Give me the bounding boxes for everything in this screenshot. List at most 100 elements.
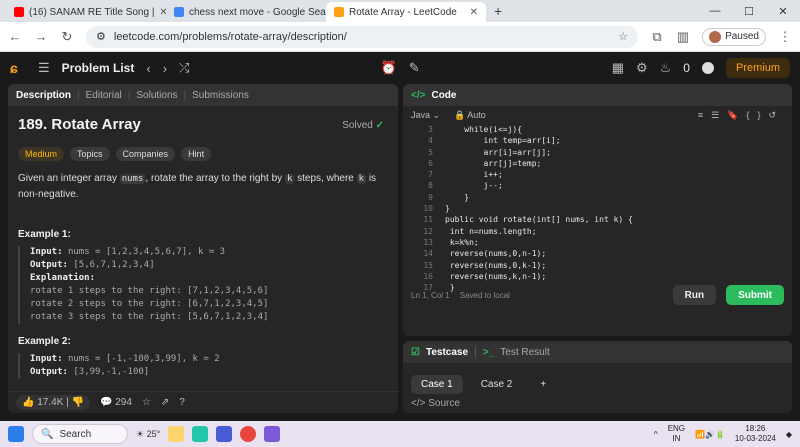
reload-icon[interactable]: ↻ xyxy=(60,29,74,45)
line-number: 4 xyxy=(428,136,433,146)
tab-editorial[interactable]: Editorial xyxy=(86,90,122,101)
file-explorer-icon[interactable] xyxy=(168,426,185,442)
browser-tab-google[interactable]: chess next move - Google Sea✕ xyxy=(166,2,326,22)
favorite-star-icon[interactable]: ☆ xyxy=(142,397,151,408)
autocomplete-mode[interactable]: 🔒 Auto xyxy=(454,110,486,121)
notes-icon[interactable]: ✎ xyxy=(409,60,420,76)
problem-title[interactable]: 189. Rotate Array xyxy=(18,116,388,133)
system-tray: ^ ENG IN 📶🔊🔋 18:26 10-03-2024 ◆ xyxy=(654,424,792,444)
new-tab-button[interactable]: + xyxy=(486,2,510,22)
code-editor[interactable]: 3 while(i<=j){4 int temp=arr[i]; 5 arr[i]… xyxy=(403,124,792,293)
chrome-icon[interactable] xyxy=(240,426,257,442)
language-select[interactable]: Java ⌄ xyxy=(411,110,440,121)
profile-button[interactable]: Paused xyxy=(702,27,766,46)
tab-submissions[interactable]: Submissions xyxy=(192,90,249,101)
premium-button[interactable]: Premium xyxy=(725,58,790,78)
submit-button[interactable]: Submit xyxy=(726,285,784,305)
close-icon[interactable]: ✕ xyxy=(159,7,166,18)
code-line[interactable]: 7 i++; xyxy=(411,169,792,180)
taskbar-search[interactable]: 🔍 Search xyxy=(32,424,128,444)
tray-chevron-icon[interactable]: ^ xyxy=(654,430,658,439)
cursor-position: Ln 1, Col 1 xyxy=(411,290,450,300)
app-icon[interactable] xyxy=(192,426,209,442)
close-window-button[interactable]: ✕ xyxy=(766,0,800,22)
code-line[interactable]: 8 j--; xyxy=(411,180,792,191)
editor-toolbar: Java ⌄ 🔒 Auto ≡☰🔖{}↺ xyxy=(403,106,792,124)
timer-icon[interactable]: ⏰ xyxy=(381,60,397,76)
windows-start-icon[interactable] xyxy=(8,426,24,442)
browser-tab-youtube[interactable]: (16) SANAM RE Title Song | ✕ xyxy=(6,2,166,22)
editor-actions-icons[interactable]: ≡☰🔖{}↺ xyxy=(698,110,784,121)
close-icon[interactable]: ✕ xyxy=(470,7,478,18)
like-button[interactable]: 👍 17.4K | 👎 xyxy=(16,395,90,410)
streak-count: 0 xyxy=(683,61,690,75)
case-1-tab[interactable]: Case 1 xyxy=(411,375,463,394)
code-line[interactable]: 4 int temp=arr[i]; xyxy=(411,135,792,146)
address-bar-row: ← → ↻ ⚙ leetcode.com/problems/rotate-arr… xyxy=(0,22,800,52)
code-line[interactable]: 6 arr[j]=temp; xyxy=(411,158,792,169)
example-1-heading: Example 1: xyxy=(18,229,71,240)
next-problem-icon[interactable]: › xyxy=(163,61,167,76)
language-indicator[interactable]: ENG IN xyxy=(668,424,685,444)
url-field[interactable]: ⚙ leetcode.com/problems/rotate-array/des… xyxy=(86,25,639,48)
code-line[interactable]: 10} xyxy=(411,203,792,214)
avatar xyxy=(709,30,722,43)
menu-kebab-icon[interactable]: ⋮ xyxy=(778,29,792,45)
tab-test-result[interactable]: Test Result xyxy=(500,347,549,358)
code-line[interactable]: 13 k=k%n; xyxy=(411,237,792,248)
topics-chip[interactable]: Topics xyxy=(70,147,110,161)
description-footer: 👍 17.4K | 👎 💬 294 ☆ ⇗ ? xyxy=(8,391,398,413)
comments-button[interactable]: 💬 294 xyxy=(100,397,132,408)
forward-icon[interactable]: → xyxy=(34,29,48,44)
shuffle-icon[interactable]: ⤮ xyxy=(179,60,189,76)
code-line[interactable]: 5 arr[i]=arr[j]; xyxy=(411,147,792,158)
case-2-tab[interactable]: Case 2 xyxy=(471,375,523,394)
browser-tab-leetcode[interactable]: Rotate Array - LeetCode ✕ xyxy=(326,2,486,22)
run-button[interactable]: Run xyxy=(672,285,717,305)
copilot-icon[interactable]: ◆ xyxy=(786,430,792,439)
sidepanel-icon[interactable]: ▥ xyxy=(676,29,690,45)
code-text: while(i<=j){ xyxy=(445,125,523,134)
code-text: j--; xyxy=(445,181,503,191)
code-line[interactable]: 12 int n=nums.length; xyxy=(411,226,792,237)
testcase-panel: ☑ Testcase | >_ Test Result Case 1 Case 2 +… xyxy=(403,341,792,413)
user-avatar[interactable] xyxy=(701,62,714,74)
line-number: 12 xyxy=(423,226,433,236)
share-icon[interactable]: ⇗ xyxy=(161,397,169,408)
hint-chip[interactable]: Hint xyxy=(181,147,212,161)
code-line[interactable]: 11 public void rotate(int[] nums, int k) … xyxy=(411,214,792,225)
code-line[interactable]: 14 reverse(nums,0,n-1); xyxy=(411,248,792,259)
minimize-button[interactable]: — xyxy=(698,0,732,22)
difficulty-badge: Medium xyxy=(18,147,65,161)
problem-list-link[interactable]: Problem List xyxy=(62,61,135,75)
code-line[interactable]: 16 reverse(nums,k,n-1); xyxy=(411,271,792,282)
companies-chip[interactable]: Companies xyxy=(115,147,176,161)
line-number: 13 xyxy=(423,237,433,247)
leetcode-icon xyxy=(334,7,344,17)
code-line[interactable]: 15 reverse(nums,0,k-1); xyxy=(411,260,792,271)
layout-icon[interactable]: ▦ xyxy=(612,60,624,76)
code-text: int temp=arr[i]; xyxy=(445,136,561,146)
help-icon[interactable]: ? xyxy=(179,397,185,408)
leetcode-logo-icon[interactable]: ɕ xyxy=(10,60,26,76)
tab-testcase[interactable]: Testcase xyxy=(426,347,468,358)
tab-description[interactable]: Description xyxy=(16,90,71,101)
app-icon-2[interactable] xyxy=(264,426,281,442)
clock[interactable]: 18:26 10-03-2024 xyxy=(735,424,776,444)
wifi-volume-battery-icons[interactable]: 📶🔊🔋 xyxy=(695,430,725,439)
weather-widget[interactable]: ☀ 25° xyxy=(136,429,160,440)
site-info-icon[interactable]: ⚙ xyxy=(96,30,106,43)
prev-problem-icon[interactable]: ‹ xyxy=(146,61,150,76)
intellij-icon[interactable] xyxy=(216,426,233,442)
code-line[interactable]: 3 while(i<=j){ xyxy=(411,124,792,135)
back-icon[interactable]: ← xyxy=(8,29,22,44)
code-line[interactable]: 9 } xyxy=(411,192,792,203)
maximize-button[interactable]: ☐ xyxy=(732,0,766,22)
code-text: } xyxy=(445,204,450,214)
tab-solutions[interactable]: Solutions xyxy=(136,90,177,101)
source-link[interactable]: </> Source xyxy=(411,398,460,409)
extensions-icon[interactable]: ⧉ xyxy=(650,29,664,45)
settings-gear-icon[interactable]: ⚙ xyxy=(636,60,648,76)
bookmark-star-icon[interactable]: ☆ xyxy=(618,30,628,43)
add-case-button[interactable]: + xyxy=(530,375,556,394)
